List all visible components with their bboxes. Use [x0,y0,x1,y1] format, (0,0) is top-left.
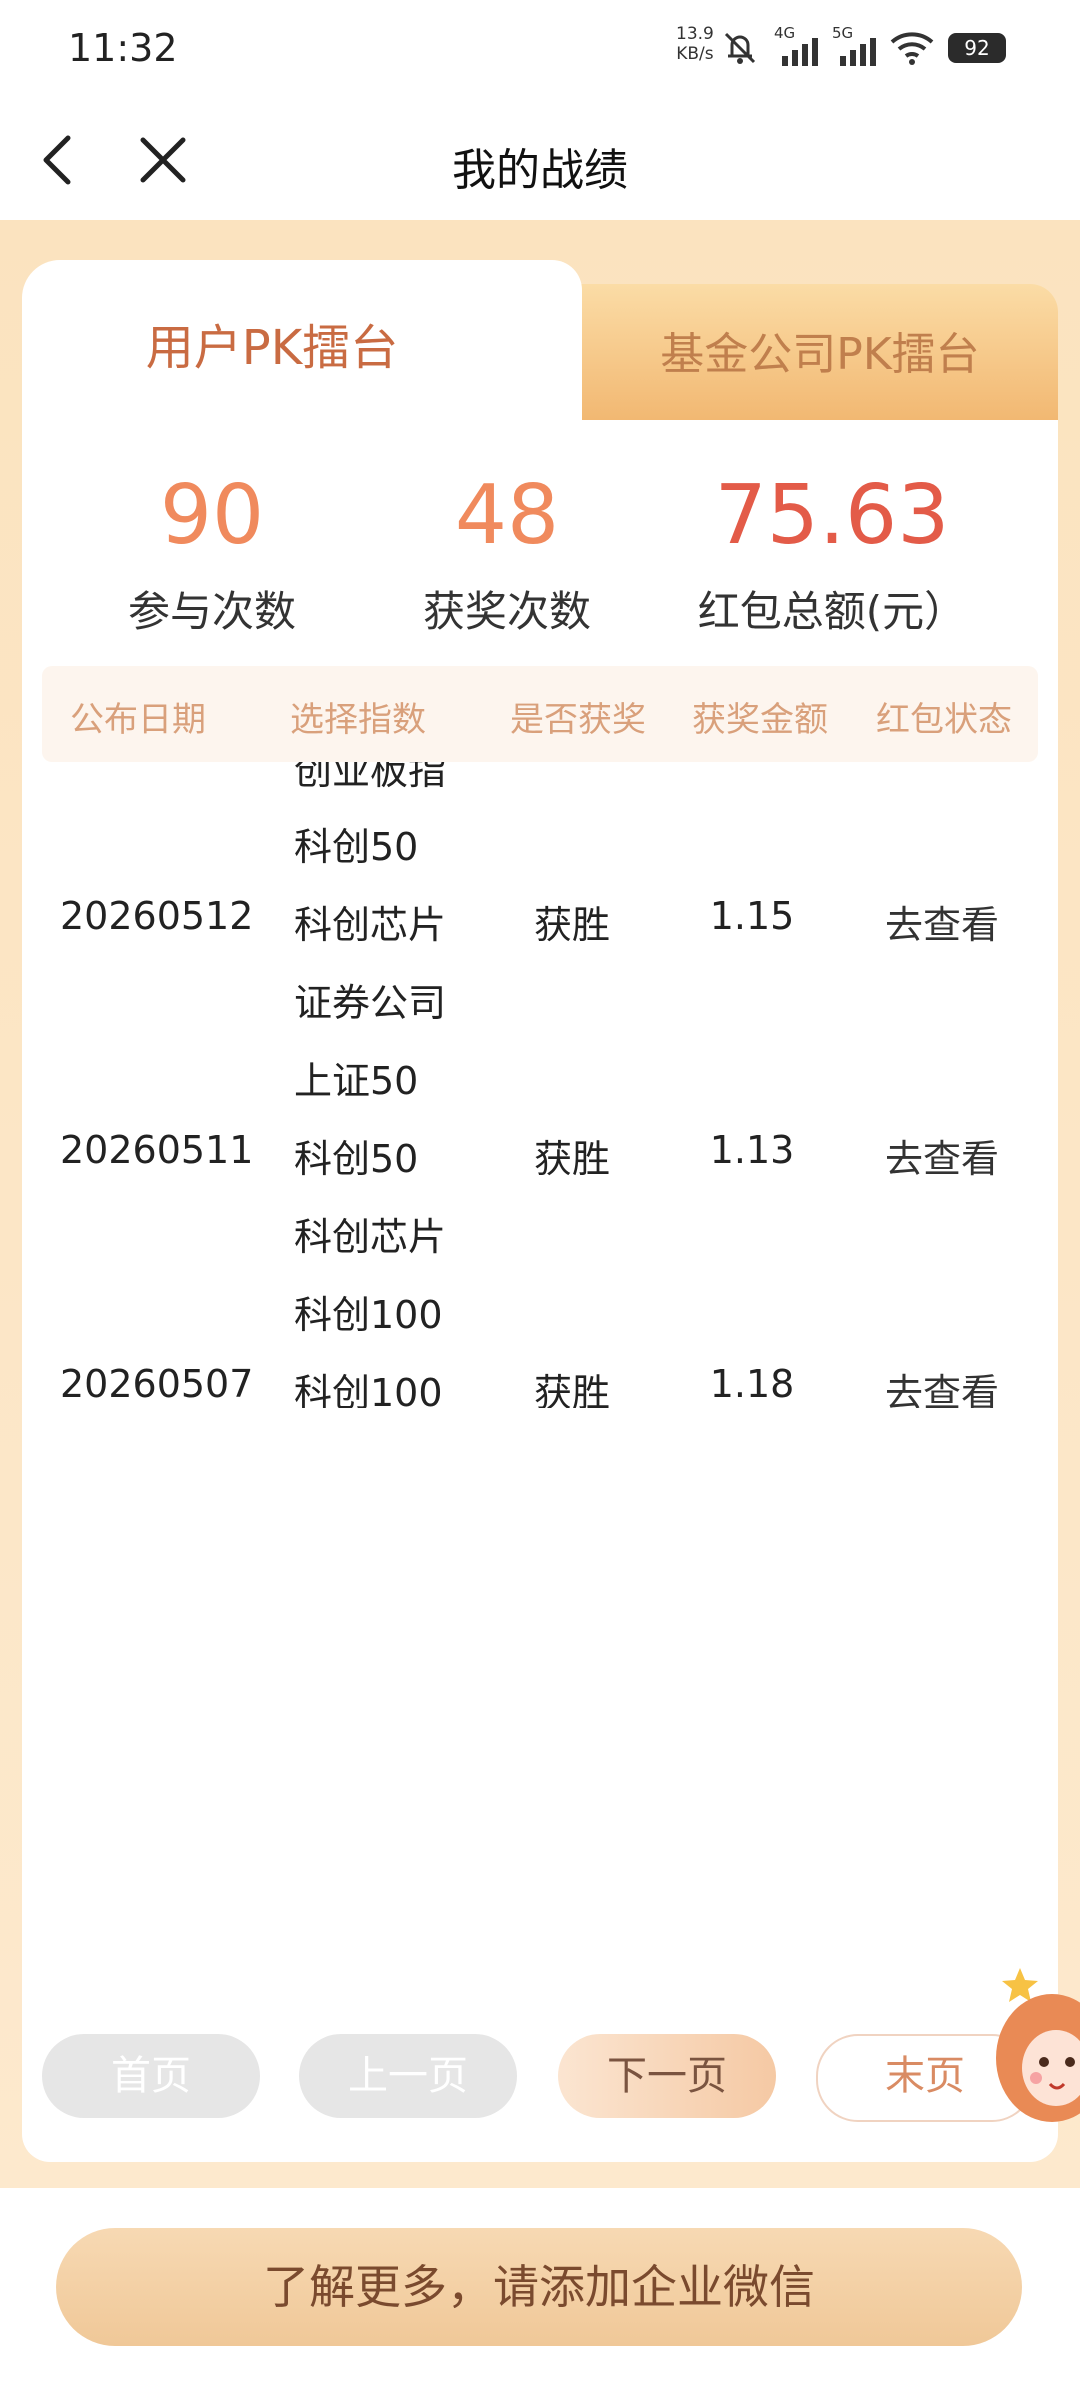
stat-redpacket-total: 75.63 红包总额(元） [662,468,1002,639]
stat-participation-label: 参与次数 [127,587,296,636]
stat-wins-label: 获奖次数 [422,587,591,636]
network-speed: 13.9 KB/s [676,24,714,64]
bottom-bar: 了解更多，请添加企业微信 [0,2188,1080,2400]
row-index-name: 科创50 [294,1137,419,1181]
status-time: 11:32 [68,26,178,70]
row-index-name: 科创芯片 [294,1215,447,1259]
row-won: 获胜 [533,903,610,947]
header-index: 选择指数 [290,700,426,740]
row-date: 20260511 [60,1128,254,1172]
row-amount: 1.18 [709,1362,795,1406]
network-speed-value: 13.9 [676,24,714,44]
status-bar: 11:32 13.9 KB/s 4G 5G 92 [0,0,1080,100]
page-title: 我的战绩 [452,145,628,196]
nav-bar: 我的战绩 [0,100,1080,220]
row-date: 20260507 [60,1362,254,1406]
stat-redpacket-total-value: 75.63 [714,468,950,563]
prev-page-button[interactable]: 上一页 [299,2034,517,2118]
row-index-name: 科创芯片 [294,903,447,947]
tab-user-pk[interactable]: 用户PK擂台 [22,260,582,420]
stat-wins-value: 48 [454,468,560,563]
row-index-name: 上证50 [294,1059,419,1103]
row-status-link[interactable]: 去查看 [852,1128,1032,1183]
wifi-icon [890,32,934,65]
tab-fund-company-pk[interactable]: 基金公司PK擂台 [542,284,1058,420]
tab-fund-company-pk-label: 基金公司PK擂台 [660,329,980,380]
main-area: 基金公司PK擂台 用户PK擂台 90 参与次数 48 获奖次数 75.63 红包… [0,220,1080,2188]
mascot-float-icon[interactable] [990,1938,1080,2158]
header-publish-date: 公布日期 [70,700,206,740]
table-body[interactable]: 创业板指 科创50 科创芯片 证券公司 20260512 获胜 1.15 去查看 上证50 科创… [22,762,1058,1408]
row-amount: 1.13 [709,1128,795,1172]
header-won: 是否获奖 [510,700,646,740]
row-won: 获胜 [533,1371,610,1408]
battery-indicator: 92 [948,33,1006,63]
row-amount: 1.15 [709,894,795,938]
tab-bar: 基金公司PK擂台 用户PK擂台 [22,260,1058,420]
signal-5g-icon: 5G [832,24,876,68]
row-index-name: 科创50 [294,825,419,869]
stat-redpacket-total-label: 红包总额(元） [697,587,967,636]
row-index-name: 科创100 [294,1371,443,1408]
stat-participation: 90 参与次数 [62,468,362,639]
row-date: 20260512 [60,894,254,938]
partial-index-top: 创业板指 [294,762,447,793]
row-index-name: 证券公司 [294,981,447,1025]
header-status: 红包状态 [876,700,1012,740]
table-header: 公布日期 选择指数 是否获奖 获奖金额 红包状态 [42,666,1038,762]
mute-bell-icon [724,32,756,64]
tab-user-pk-label: 用户PK擂台 [145,320,399,376]
records-card: 90 参与次数 48 获奖次数 75.63 红包总额(元） 公布日期 选择指数 … [22,420,1058,2162]
header-amount: 获奖金额 [692,700,828,740]
next-page-button[interactable]: 下一页 [558,2034,776,2118]
first-page-button[interactable]: 首页 [42,2034,260,2118]
network-speed-unit: KB/s [676,44,714,64]
status-icons: 4G 5G 92 [720,24,1006,68]
stat-participation-value: 90 [159,468,265,563]
row-status-link[interactable]: 去查看 [852,1362,1032,1408]
stat-wins: 48 获奖次数 [357,468,657,639]
row-index-name: 科创100 [294,1293,443,1337]
row-status-link[interactable]: 去查看 [852,894,1032,949]
add-wecom-button[interactable]: 了解更多，请添加企业微信 [56,2228,1022,2346]
row-won: 获胜 [533,1137,610,1181]
signal-4g-icon: 4G [774,24,818,68]
